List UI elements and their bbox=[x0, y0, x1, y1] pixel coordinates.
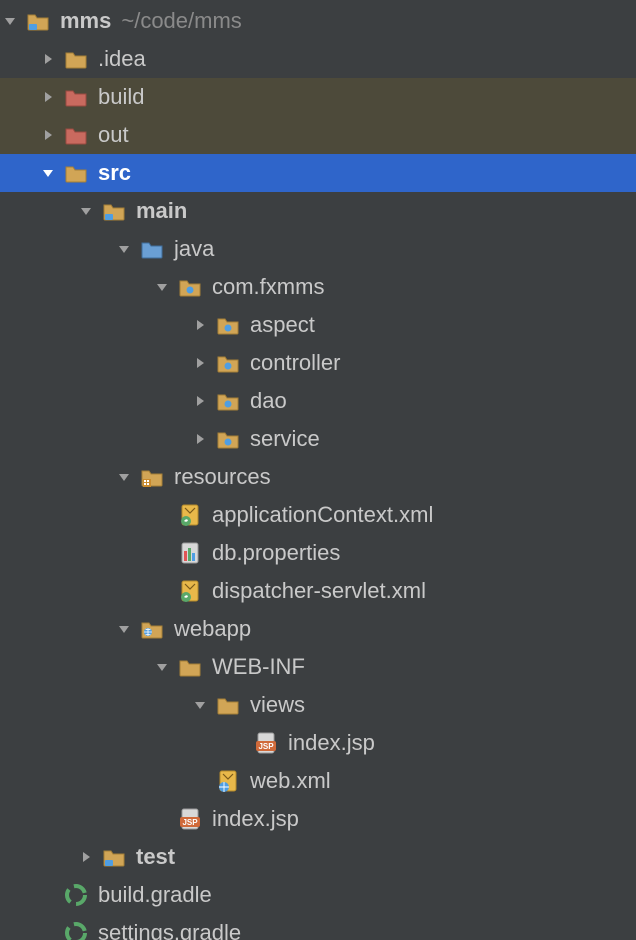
tree-row[interactable]: aspect bbox=[0, 306, 636, 344]
tree-row[interactable]: build.gradle bbox=[0, 876, 636, 914]
tree-row[interactable]: test bbox=[0, 838, 636, 876]
tree-row[interactable]: mms ~/code/mms bbox=[0, 2, 636, 40]
tree-item-label: test bbox=[136, 844, 175, 870]
tree-item-label: service bbox=[250, 426, 320, 452]
chevron-right-icon[interactable] bbox=[38, 125, 58, 145]
chevron-down-icon[interactable] bbox=[0, 11, 20, 31]
folder-icon bbox=[64, 161, 88, 185]
tree-item-label: index.jsp bbox=[212, 806, 299, 832]
spring-icon bbox=[178, 503, 202, 527]
tree-item-label: views bbox=[250, 692, 305, 718]
tree-row[interactable]: db.properties bbox=[0, 534, 636, 572]
package-icon bbox=[216, 427, 240, 451]
project-tree[interactable]: mms ~/code/mms .idea build out src main j… bbox=[0, 0, 636, 940]
tree-item-label: dispatcher-servlet.xml bbox=[212, 578, 426, 604]
chevron-right-icon[interactable] bbox=[190, 353, 210, 373]
package-icon bbox=[216, 313, 240, 337]
tree-item-label: .idea bbox=[98, 46, 146, 72]
tree-item-label: dao bbox=[250, 388, 287, 414]
tree-item-label: index.jsp bbox=[288, 730, 375, 756]
folder-icon bbox=[64, 47, 88, 71]
tree-row[interactable]: java bbox=[0, 230, 636, 268]
tree-item-label: build.gradle bbox=[98, 882, 212, 908]
package-icon bbox=[216, 351, 240, 375]
tree-row[interactable]: resources bbox=[0, 458, 636, 496]
folder-red-icon bbox=[64, 123, 88, 147]
folder-blue-icon bbox=[140, 237, 164, 261]
tree-row[interactable]: webapp bbox=[0, 610, 636, 648]
chevron-down-icon[interactable] bbox=[38, 163, 58, 183]
tree-item-label: applicationContext.xml bbox=[212, 502, 433, 528]
tree-row[interactable]: dao bbox=[0, 382, 636, 420]
tree-row[interactable]: web.xml bbox=[0, 762, 636, 800]
chevron-down-icon[interactable] bbox=[190, 695, 210, 715]
tree-item-hint: ~/code/mms bbox=[121, 8, 241, 34]
tree-item-label: java bbox=[174, 236, 214, 262]
folder-icon bbox=[178, 655, 202, 679]
tree-row[interactable]: views bbox=[0, 686, 636, 724]
package-icon bbox=[178, 275, 202, 299]
tree-item-label: main bbox=[136, 198, 187, 224]
tree-item-label: out bbox=[98, 122, 129, 148]
chevron-down-icon[interactable] bbox=[152, 277, 172, 297]
tree-item-label: settings.gradle bbox=[98, 920, 241, 940]
tree-row[interactable]: src bbox=[0, 154, 636, 192]
chevron-down-icon[interactable] bbox=[152, 657, 172, 677]
resources-icon bbox=[140, 465, 164, 489]
tree-item-label: db.properties bbox=[212, 540, 340, 566]
folder-red-icon bbox=[64, 85, 88, 109]
tree-row[interactable]: dispatcher-servlet.xml bbox=[0, 572, 636, 610]
web-icon bbox=[140, 617, 164, 641]
tree-item-label: WEB-INF bbox=[212, 654, 305, 680]
chevron-down-icon[interactable] bbox=[76, 201, 96, 221]
tree-item-label: mms bbox=[60, 8, 111, 34]
chevron-right-icon[interactable] bbox=[38, 87, 58, 107]
package-icon bbox=[216, 389, 240, 413]
chevron-right-icon[interactable] bbox=[190, 315, 210, 335]
tree-row[interactable]: settings.gradle bbox=[0, 914, 636, 940]
chevron-right-icon[interactable] bbox=[190, 391, 210, 411]
tree-row[interactable]: JSP index.jsp bbox=[0, 800, 636, 838]
module-icon bbox=[102, 199, 126, 223]
tree-row[interactable]: out bbox=[0, 116, 636, 154]
jsp-icon: JSP bbox=[254, 731, 278, 755]
tree-row[interactable]: applicationContext.xml bbox=[0, 496, 636, 534]
chevron-down-icon[interactable] bbox=[114, 619, 134, 639]
tree-row[interactable]: service bbox=[0, 420, 636, 458]
tree-item-label: aspect bbox=[250, 312, 315, 338]
module-icon bbox=[26, 9, 50, 33]
properties-icon bbox=[178, 541, 202, 565]
tree-item-label: webapp bbox=[174, 616, 251, 642]
chevron-right-icon[interactable] bbox=[76, 847, 96, 867]
chevron-down-icon[interactable] bbox=[114, 467, 134, 487]
chevron-down-icon[interactable] bbox=[114, 239, 134, 259]
tree-item-label: web.xml bbox=[250, 768, 331, 794]
tree-item-label: controller bbox=[250, 350, 340, 376]
gradle-icon bbox=[64, 921, 88, 940]
tree-row[interactable]: JSP index.jsp bbox=[0, 724, 636, 762]
gradle-icon bbox=[64, 883, 88, 907]
chevron-right-icon[interactable] bbox=[38, 49, 58, 69]
jsp-icon: JSP bbox=[178, 807, 202, 831]
tree-item-label: src bbox=[98, 160, 131, 186]
tree-item-label: build bbox=[98, 84, 144, 110]
tree-row[interactable]: .idea bbox=[0, 40, 636, 78]
svg-text:JSP: JSP bbox=[258, 742, 274, 751]
tree-row[interactable]: com.fxmms bbox=[0, 268, 636, 306]
tree-item-label: resources bbox=[174, 464, 271, 490]
chevron-right-icon[interactable] bbox=[190, 429, 210, 449]
folder-icon bbox=[216, 693, 240, 717]
svg-text:JSP: JSP bbox=[182, 818, 198, 827]
tree-row[interactable]: WEB-INF bbox=[0, 648, 636, 686]
module-icon bbox=[102, 845, 126, 869]
tree-row[interactable]: build bbox=[0, 78, 636, 116]
spring-icon bbox=[178, 579, 202, 603]
tree-row[interactable]: controller bbox=[0, 344, 636, 382]
webxml-icon bbox=[216, 769, 240, 793]
tree-row[interactable]: main bbox=[0, 192, 636, 230]
tree-item-label: com.fxmms bbox=[212, 274, 324, 300]
